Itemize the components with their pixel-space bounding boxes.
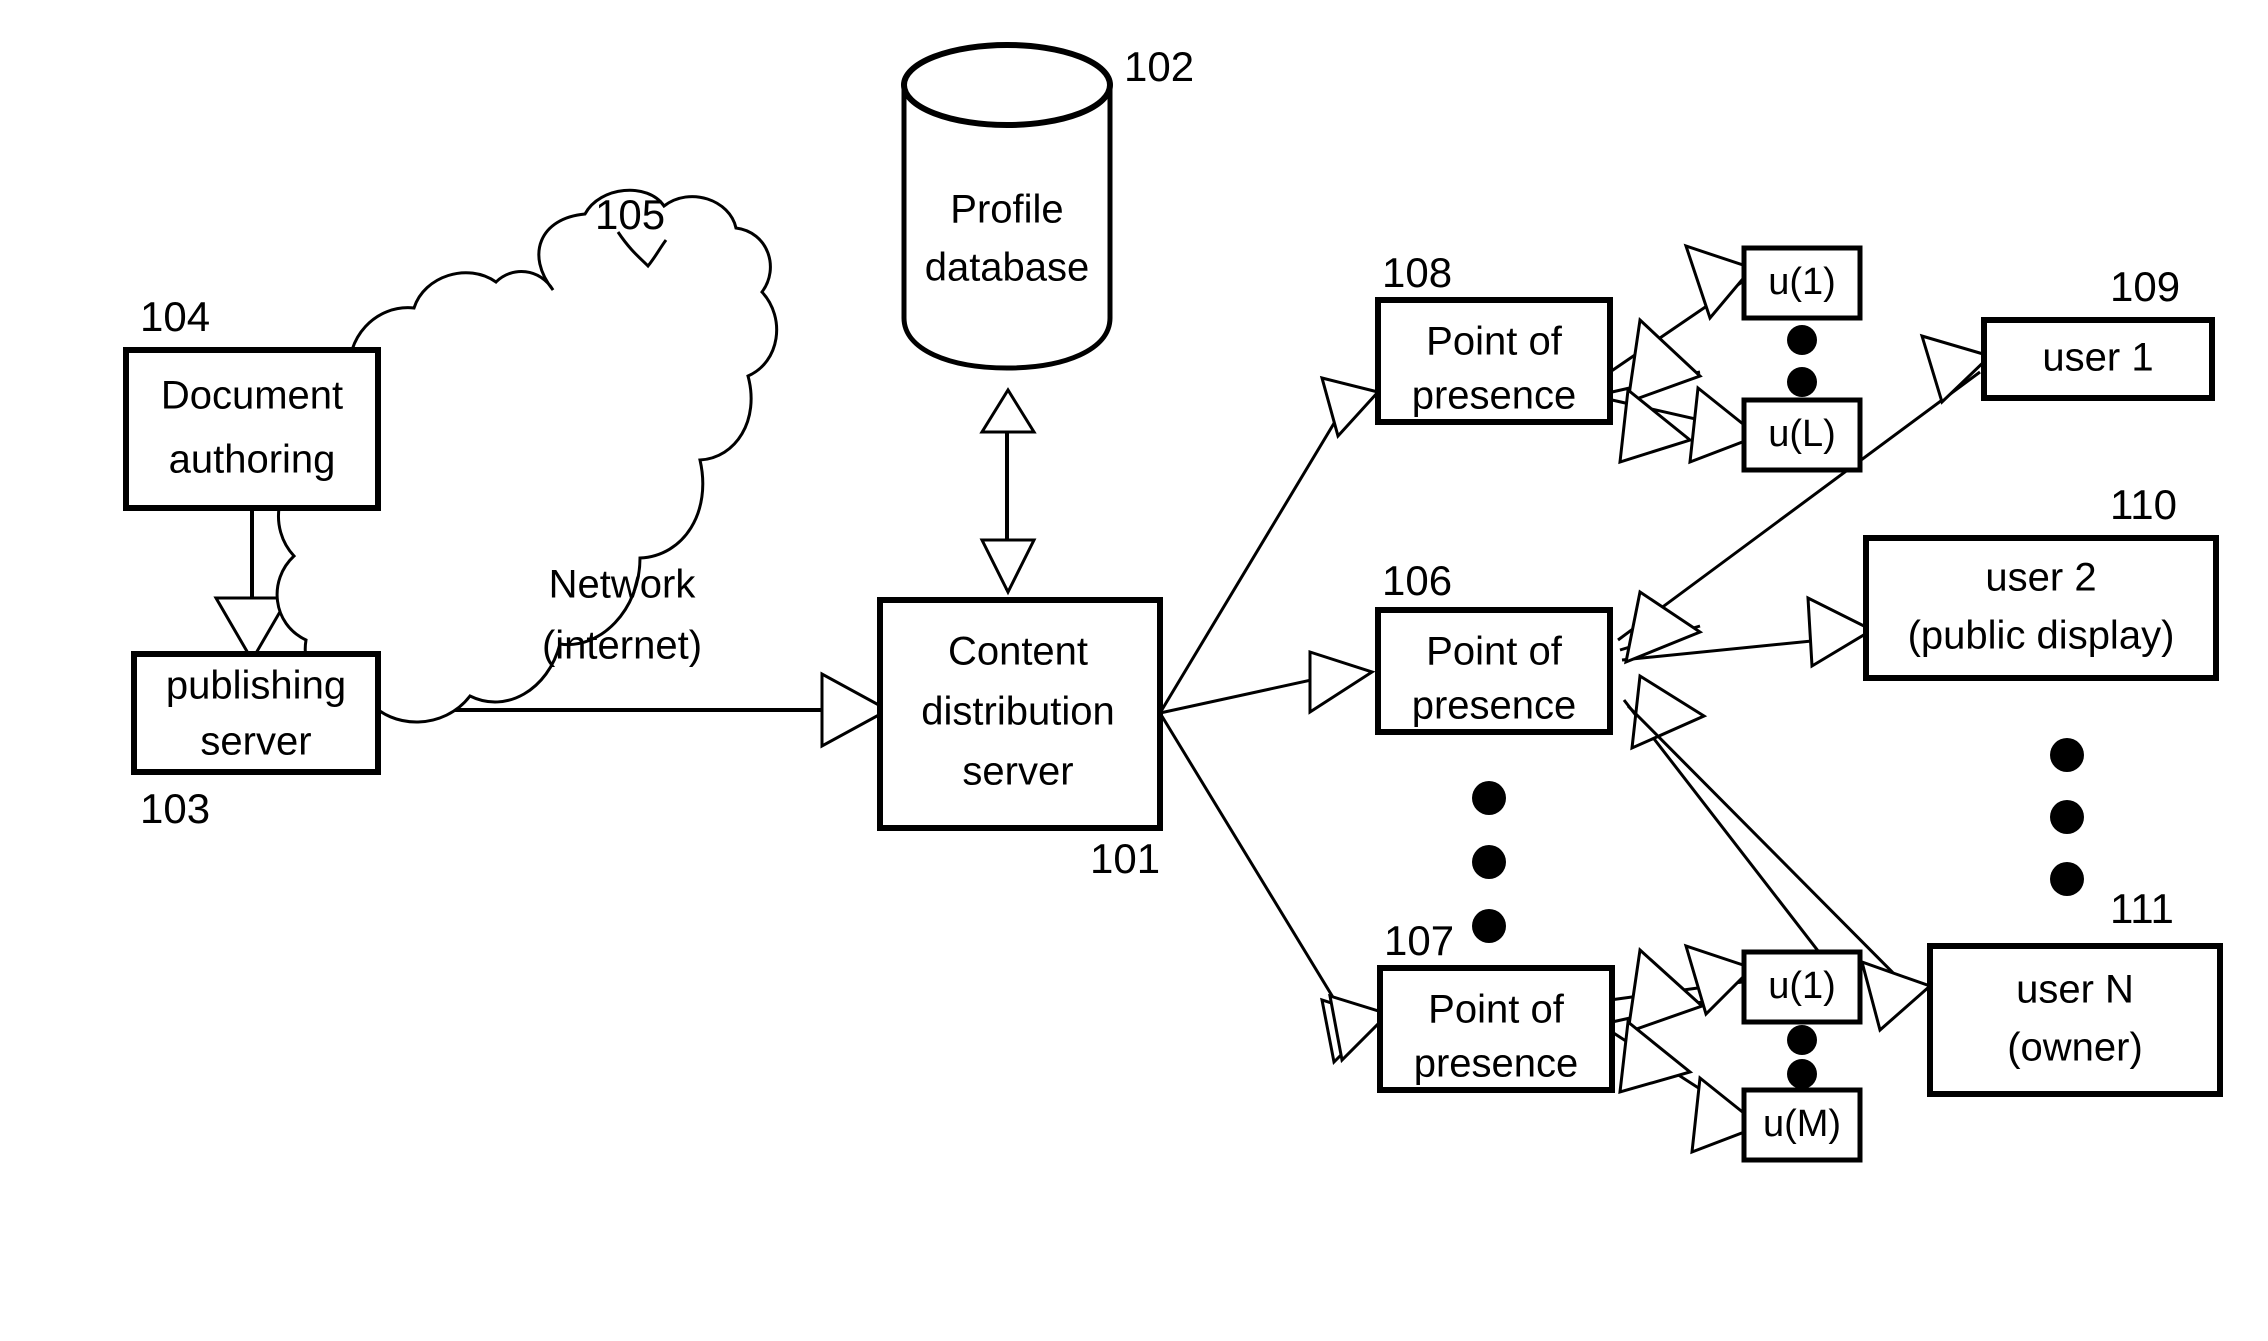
diagram-svg: Document authoring 104 publishing server… [123, 42, 2223, 1163]
ref-102: 102 [1124, 43, 1194, 90]
connector-pop107-return-bottom [1611, 947, 1705, 1035]
label-pop106-line1: Point of [1426, 630, 1563, 674]
label-user-n-line1: user N [2016, 968, 2134, 1012]
ref-111: 111 [2110, 885, 2174, 932]
ref-108: 108 [1382, 249, 1452, 296]
connector-pop108-to-u1 [1609, 243, 1755, 374]
label-user-2-line1: user 2 [1985, 556, 2096, 600]
label-pop108-line1: Point of [1426, 320, 1563, 364]
connector-user2-to-pop106 [1619, 589, 1704, 665]
ellipsis-u-top [1787, 325, 1817, 397]
label-publishing-server-line2: server [200, 720, 311, 764]
ellipsis-pop-column [1472, 781, 1506, 943]
label-cds-line1: Content [948, 630, 1088, 674]
label-cds-line3: server [962, 750, 1073, 794]
label-pop107-line2: presence [1414, 1042, 1579, 1086]
ref-110: 110 [2110, 481, 2177, 528]
ref-101: 101 [1090, 835, 1160, 882]
label-publishing-server-line1: publishing [166, 664, 346, 708]
label-profile-database-line1: Profile [950, 188, 1063, 232]
label-uM: u(M) [1763, 1103, 1841, 1145]
label-document-authoring-line1: Document [161, 374, 343, 418]
connector-cds-to-profile-db [979, 387, 1037, 596]
label-cds-line2: distribution [921, 690, 1114, 734]
label-document-authoring-line2: authoring [169, 438, 336, 482]
ref-103: 103 [140, 785, 210, 832]
ref-109: 109 [2110, 263, 2180, 310]
label-u1-top: u(1) [1768, 261, 1836, 303]
figure-canvas: Document authoring 104 publishing server… [0, 0, 2268, 1341]
ref-106: 106 [1382, 557, 1452, 604]
ref-107: 107 [1384, 917, 1454, 964]
label-profile-database-line2: database [925, 246, 1090, 290]
label-u1-bottom: u(1) [1768, 965, 1836, 1007]
label-user-n-line2: (owner) [2007, 1026, 2143, 1070]
ref-105: 105 [595, 191, 665, 238]
label-pop108-line2: presence [1412, 374, 1577, 418]
ellipsis-user-column [2050, 738, 2084, 896]
label-user-2-line2: (public display) [1908, 614, 2175, 658]
label-uL: u(L) [1768, 413, 1836, 455]
ellipsis-u-bottom [1787, 1025, 1817, 1089]
ref-104: 104 [140, 293, 210, 340]
label-pop107-line1: Point of [1428, 988, 1565, 1032]
label-user-1: user 1 [2042, 336, 2153, 380]
label-network-line1: Network [549, 563, 697, 607]
label-pop106-line2: presence [1412, 684, 1577, 728]
label-network-line2: (internet) [542, 624, 702, 668]
